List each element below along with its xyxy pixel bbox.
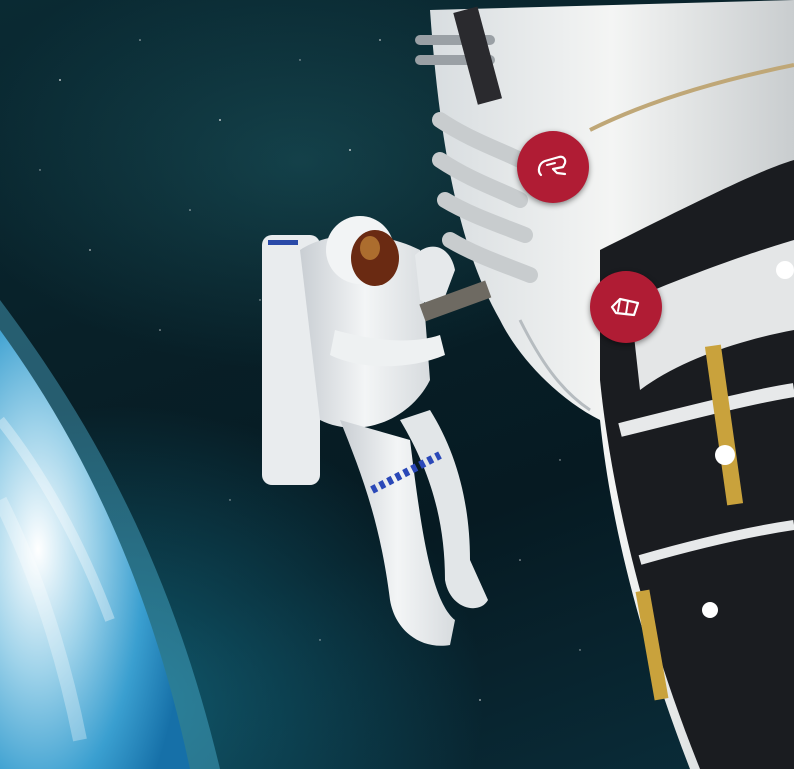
space-station [415, 0, 794, 769]
hotspot-tool-button[interactable] [590, 271, 662, 343]
spacewalk-photo [0, 0, 794, 769]
astronaut [262, 216, 492, 646]
earth-limb [0, 300, 220, 769]
tool-module-icon [610, 297, 640, 317]
hotspot-tether-button[interactable] [517, 131, 589, 203]
photo-illustration [0, 0, 794, 769]
tether-hook-icon [537, 155, 567, 177]
